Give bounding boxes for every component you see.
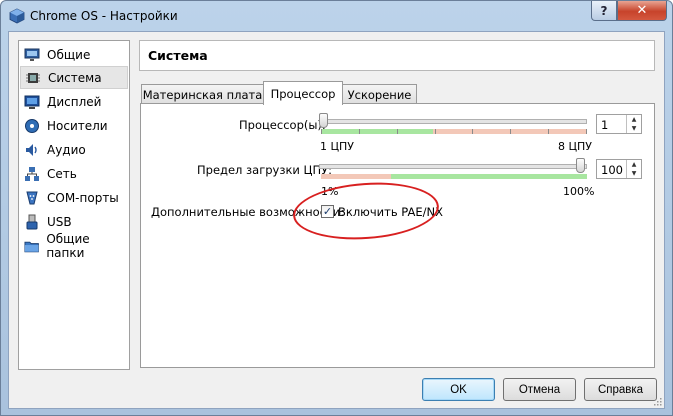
spin-up-icon[interactable]: ▲ bbox=[627, 115, 641, 124]
page-title: Система bbox=[148, 48, 208, 63]
cpu-min-label: 1 ЦПУ bbox=[320, 140, 355, 153]
usb-icon bbox=[26, 214, 38, 229]
display-icon bbox=[24, 95, 40, 109]
cpu-cap-slider[interactable] bbox=[319, 158, 591, 184]
cpu-cap-label: Предел загрузки ЦПУ: bbox=[197, 163, 333, 177]
slider-tick bbox=[548, 129, 550, 134]
spin-up-icon[interactable]: ▲ bbox=[627, 160, 641, 169]
resize-grip-icon[interactable] bbox=[652, 396, 662, 406]
sidebar-item-display[interactable]: Дисплей bbox=[20, 90, 128, 113]
sidebar-item-label: Носители bbox=[47, 118, 108, 133]
sidebar-item-audio[interactable]: Аудио bbox=[20, 138, 128, 161]
slider-tick bbox=[434, 129, 436, 134]
sidebar-item-com-ports[interactable]: COM-порты bbox=[20, 186, 128, 209]
sidebar-item-label: Дисплей bbox=[47, 94, 102, 109]
spin-down-icon[interactable]: ▼ bbox=[627, 169, 641, 178]
monitor-icon bbox=[24, 48, 40, 61]
processor-panel: Процессор(ы): 1 ЦПУ 8 ЦПУ 1 ▲ ▼ Предел з bbox=[140, 103, 655, 368]
sidebar-item-usb[interactable]: USB bbox=[20, 210, 128, 233]
slider-tick bbox=[472, 129, 474, 134]
chip-icon bbox=[26, 72, 40, 83]
help-button[interactable]: Справка bbox=[584, 378, 657, 401]
network-icon bbox=[25, 166, 39, 181]
settings-window: Chrome OS - Настройки ? ✕ Общие Система … bbox=[0, 0, 673, 416]
slider-zone-red bbox=[321, 174, 391, 179]
sidebar-item-label: COM-порты bbox=[47, 190, 119, 205]
sidebar-item-label: Общие папки bbox=[46, 231, 90, 260]
sidebar-item-shared-folders[interactable]: Общие папки bbox=[20, 231, 128, 260]
slider-ticks bbox=[321, 129, 587, 134]
tab-motherboard[interactable]: Материнская плата bbox=[141, 84, 264, 104]
slider-zone-green bbox=[391, 174, 587, 179]
sidebar-item-label: Сеть bbox=[47, 166, 77, 181]
spinbox-value: 100 bbox=[601, 163, 623, 177]
sidebar-item-system[interactable]: Система bbox=[20, 66, 128, 89]
sidebar-item-label: Система bbox=[48, 70, 102, 85]
slider-track bbox=[319, 119, 587, 124]
sidebar-item-label: USB bbox=[47, 214, 72, 229]
serial-port-icon bbox=[26, 191, 38, 204]
ok-button[interactable]: OK bbox=[422, 378, 495, 401]
close-icon: ✕ bbox=[636, 3, 648, 18]
speaker-icon bbox=[26, 143, 37, 156]
cap-max-label: 100% bbox=[563, 185, 595, 198]
spinbox-arrows: ▲ ▼ bbox=[626, 160, 641, 178]
slider-tick bbox=[396, 129, 398, 134]
settings-sidebar: Общие Система Дисплей Носители Аудио Сет… bbox=[18, 40, 130, 370]
slider-track bbox=[319, 164, 587, 169]
folder-icon bbox=[24, 241, 39, 252]
close-button[interactable]: ✕ bbox=[617, 1, 667, 21]
sidebar-item-label: Аудио bbox=[47, 142, 86, 157]
tab-acceleration[interactable]: Ускорение bbox=[342, 84, 417, 104]
cpu-max-label: 8 ЦПУ bbox=[558, 140, 593, 153]
section-header: Система bbox=[139, 40, 655, 71]
tab-processor[interactable]: Процессор bbox=[263, 81, 343, 105]
sidebar-item-label: Общие bbox=[47, 47, 91, 62]
window-title: Chrome OS - Настройки bbox=[30, 9, 178, 23]
title-help-button[interactable]: ? bbox=[591, 1, 617, 21]
title-bar[interactable]: Chrome OS - Настройки ? ✕ bbox=[1, 1, 672, 31]
slider-tick bbox=[321, 129, 322, 134]
cpu-count-spinbox[interactable]: 1 ▲ ▼ bbox=[596, 114, 642, 134]
slider-tick bbox=[586, 129, 587, 134]
disk-icon bbox=[25, 118, 39, 133]
sidebar-item-storage[interactable]: Носители bbox=[20, 114, 128, 137]
slider-tick bbox=[510, 129, 512, 134]
dialog-content: Общие Система Дисплей Носители Аудио Сет… bbox=[8, 31, 665, 409]
cpu-cap-spinbox[interactable]: 100 ▲ ▼ bbox=[596, 159, 642, 179]
slider-thumb[interactable] bbox=[319, 113, 328, 128]
cpu-count-label: Процессор(ы): bbox=[239, 118, 326, 132]
spinbox-value: 1 bbox=[601, 118, 609, 132]
slider-tick bbox=[358, 129, 360, 134]
spinbox-arrows: ▲ ▼ bbox=[626, 115, 641, 133]
cpu-count-slider[interactable] bbox=[319, 113, 591, 139]
slider-thumb[interactable] bbox=[576, 158, 585, 173]
slider-zone-bar bbox=[321, 174, 587, 179]
cancel-button[interactable]: Отмена bbox=[503, 378, 576, 401]
virtualbox-app-icon bbox=[9, 8, 25, 24]
sidebar-item-network[interactable]: Сеть bbox=[20, 162, 128, 185]
spin-down-icon[interactable]: ▼ bbox=[627, 124, 641, 133]
sidebar-item-general[interactable]: Общие bbox=[20, 43, 128, 66]
